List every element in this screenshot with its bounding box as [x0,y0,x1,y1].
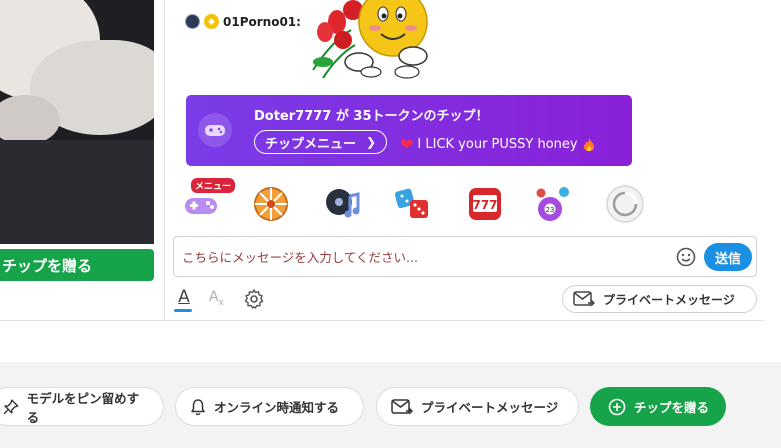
svg-text:777: 777 [472,198,497,212]
slot-777-icon[interactable]: 777 [465,184,505,224]
user-level-badge-icon: ◆ [204,14,219,29]
video-frame-shape [0,95,60,145]
chat-message: ◆ 01Porno01: [185,14,301,29]
active-tool-indicator [174,309,192,312]
bottom-action-bar: モデルをピン留めする オンライン時通知する プライベートメッセージ チップを贈る [0,362,781,448]
divider [0,320,764,321]
send-tip-button[interactable]: チップを贈る [0,249,154,281]
wheel-of-fortune-icon[interactable] [251,184,291,224]
lottery-balls-icon[interactable]: 23 [533,184,573,224]
chat-username[interactable]: 01Porno01: [223,15,301,29]
bottom-send-tip-label: チップを贈る [634,400,710,415]
smiley-flowers-sticker-icon [312,0,428,79]
fire-icon [583,137,594,151]
swirl-icon[interactable] [605,184,645,224]
menu-badge: メニュー [191,178,236,193]
envelope-icon [573,291,595,307]
bottom-private-message-button[interactable]: プライベートメッセージ [376,387,579,426]
pin-model-label: モデルをピン留めする [26,390,140,425]
online-notify-button[interactable]: オンライン時通知する [175,387,364,426]
translate-icon-label: A [209,289,219,305]
send-button[interactable]: 送信 [704,243,752,271]
private-message-button[interactable]: プライベートメッセージ [562,285,757,313]
bottom-send-tip-button[interactable]: チップを贈る [590,387,726,426]
tip-banner-title: Doter7777 が 35トークンのチップ！ [254,109,489,124]
chat-message-input[interactable] [182,247,662,267]
private-message-label: プライベートメッセージ [603,292,735,307]
tip-menu-controller-icon [198,113,232,147]
envelope-icon [391,398,413,414]
plus-circle-icon [608,398,626,415]
emoji-icon[interactable] [676,247,696,267]
tip-notification-banner: Doter7777 が 35トークンのチップ！ チップメニュー ❯ ❤ I LI… [186,95,632,166]
chevron-right-icon: ❯ [366,135,377,149]
dice-icon[interactable] [393,184,433,224]
chat-panel: ◆ 01Porno01: Doter7777 が 35トークンのチップ！ チップ… [164,0,764,320]
heart-icon: ❤ [400,135,414,154]
font-style-icon[interactable]: A [173,287,195,311]
chat-tools-row: A Ax プライベートメッセージ [173,285,763,315]
music-disc-icon[interactable] [323,184,363,224]
video-stream[interactable] [0,0,154,244]
tip-menu-label: チップメニュー [265,136,357,152]
bell-icon [191,398,205,415]
user-avatar-icon[interactable] [185,14,200,29]
tip-message: ❤ I LICK your PUSSY honey [400,135,596,154]
send-tip-label: チップを贈る [2,256,93,275]
bottom-private-message-label: プライベートメッセージ [421,400,559,415]
pin-model-button[interactable]: モデルをピン留めする [0,387,164,426]
svg-text:23: 23 [546,206,555,214]
chat-input-container: 送信 [173,236,757,277]
page: チップを贈る ◆ 01Porno01: Doter7777 が 35トークンのチ… [0,0,781,448]
translate-icon[interactable]: Ax [209,289,224,308]
online-notify-label: オンライン時通知する [214,400,340,415]
gear-icon[interactable] [243,288,265,310]
tip-message-text: I LICK your PUSSY honey [417,137,578,152]
tip-menu-button[interactable]: チップメニュー ❯ [254,130,388,154]
pin-icon [3,398,19,414]
send-label: 送信 [714,251,741,267]
video-frame-shape [0,140,154,244]
tip-actions-row: メニュー 777 23 [179,178,739,230]
